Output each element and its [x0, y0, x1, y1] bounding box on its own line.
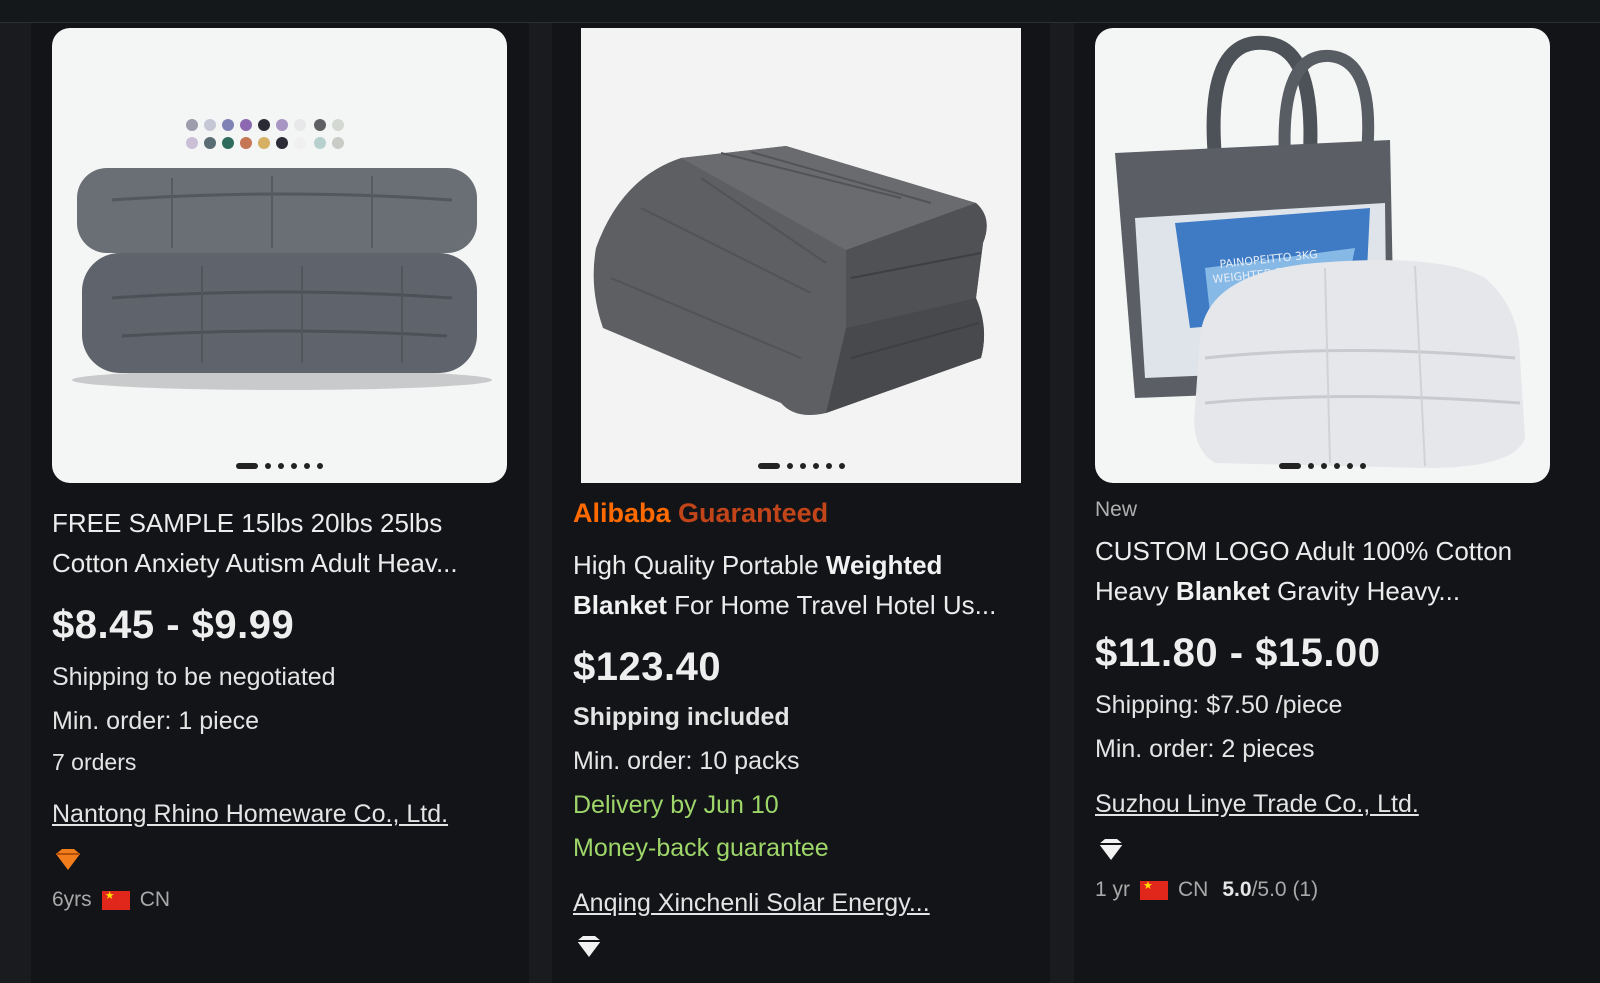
min-order: Min. order: 2 pieces [1095, 735, 1315, 763]
product-image[interactable] [581, 28, 1021, 483]
price: $123.40 [573, 645, 722, 689]
alibaba-guaranteed-badge: Alibaba Guaranteed [573, 498, 829, 528]
white-diamond-icon [573, 935, 1033, 966]
product-card-3[interactable]: PAINOPEITTO 3KG WEIGHTED BLANKET New CUS… [1074, 23, 1600, 983]
product-title[interactable]: CUSTOM LOGO Adult 100% Cotton Heavy Blan… [1095, 531, 1555, 611]
delivery-date: Delivery by Jun 10 [573, 791, 779, 819]
supplier-link[interactable]: Anqing Xinchenli Solar Energy... [573, 889, 1033, 918]
shipping-info: Shipping included [573, 703, 790, 731]
carousel-dots[interactable] [581, 463, 1021, 469]
orange-diamond-icon [52, 848, 512, 879]
product-image[interactable]: PAINOPEITTO 3KG WEIGHTED BLANKET [1095, 28, 1550, 483]
supplier-meta: 1 yr CN 5.0/5.0 (1) [1095, 878, 1555, 902]
min-order: Min. order: 1 piece [52, 707, 260, 735]
carousel-dots[interactable] [52, 463, 507, 469]
supplier-meta: 6yrs CN [52, 888, 512, 912]
new-tag: New [1095, 498, 1138, 521]
price-range: $11.80 - $15.00 [1095, 631, 1381, 675]
china-flag-icon [101, 889, 130, 910]
money-back-guarantee: Money-back guarantee [573, 834, 829, 862]
color-swatches [186, 119, 344, 149]
product-card-2[interactable]: Alibaba Guaranteed High Quality Portable… [552, 23, 1050, 983]
product-title[interactable]: High Quality Portable Weighted Blanket F… [573, 545, 1033, 625]
supplier-link[interactable]: Suzhou Linye Trade Co., Ltd. [1095, 790, 1555, 819]
china-flag-icon [1140, 879, 1169, 900]
shipping-info: Shipping to be negotiated [52, 663, 336, 691]
top-bar [0, 0, 1600, 23]
price-range: $8.45 - $9.99 [52, 603, 295, 647]
country-code: CN [1178, 878, 1209, 901]
supplier-link[interactable]: Nantong Rhino Homeware Co., Ltd. [52, 800, 512, 829]
blanket-image [593, 146, 987, 416]
blanket-bag-image: PAINOPEITTO 3KG WEIGHTED BLANKET [1115, 35, 1525, 468]
supplier-years: 1 yr [1095, 878, 1131, 901]
supplier-years: 6yrs [52, 888, 92, 911]
country-code: CN [139, 888, 171, 911]
supplier-rating: 5.0/5.0 (1) [1222, 878, 1319, 901]
product-card-1[interactable]: FREE SAMPLE 15lbs 20lbs 25lbs Cotton Anx… [31, 23, 529, 983]
min-order: Min. order: 10 packs [573, 747, 800, 775]
product-image[interactable] [52, 28, 507, 483]
shipping-info: Shipping: $7.50 /piece [1095, 691, 1343, 719]
white-diamond-icon [1095, 838, 1555, 869]
product-title[interactable]: FREE SAMPLE 15lbs 20lbs 25lbs Cotton Anx… [52, 503, 512, 583]
carousel-dots[interactable] [1095, 463, 1550, 469]
blanket-image [72, 119, 492, 390]
orders-count: 7 orders [52, 749, 137, 775]
